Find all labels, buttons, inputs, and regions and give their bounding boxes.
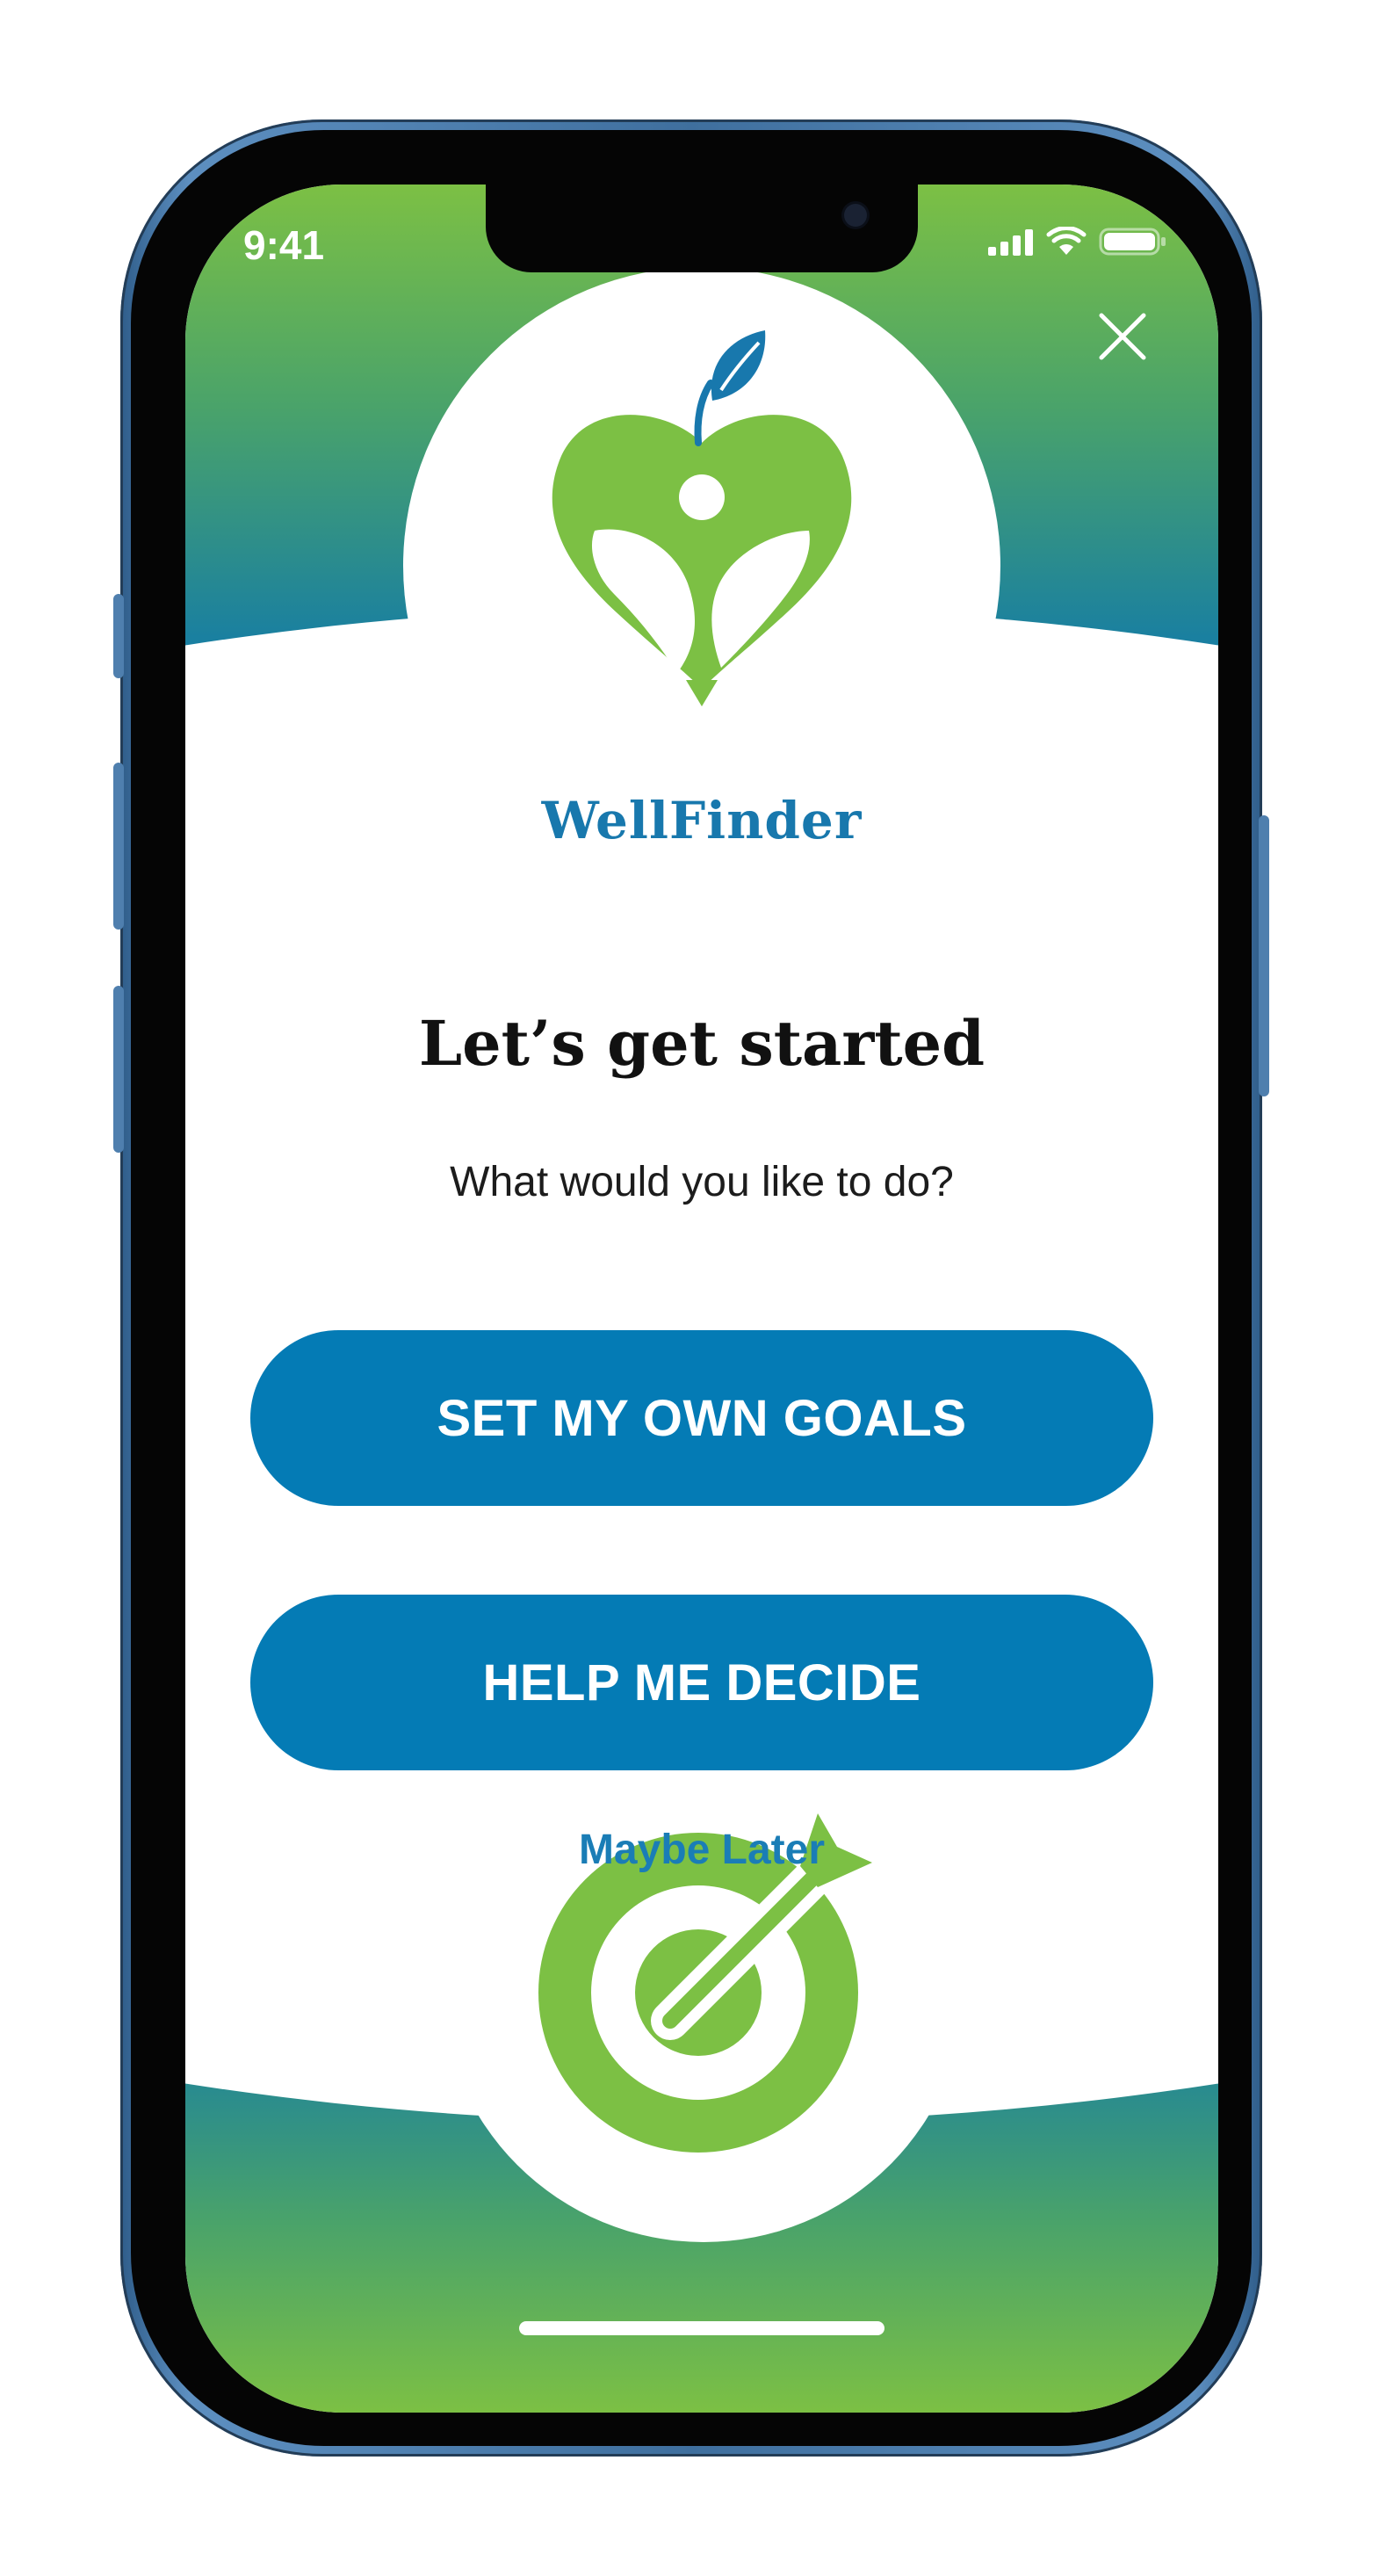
- wifi-icon: [1046, 227, 1087, 255]
- signal-icon: [988, 229, 1033, 256]
- phone-frame: 9:41 WellFinder Let’s get started What w…: [113, 119, 1269, 2457]
- status-time: 9:41: [243, 222, 325, 268]
- app-screen: 9:41 WellFinder Let’s get started What w…: [185, 185, 1218, 2413]
- power-button: [1259, 815, 1269, 1096]
- target-arrow-icon: [538, 1813, 872, 2153]
- maybe-later-link[interactable]: Maybe Later: [185, 1826, 1218, 1874]
- page-subtitle: What would you like to do?: [450, 1159, 954, 1205]
- set-my-own-goals-button[interactable]: SET MY OWN GOALS: [250, 1330, 1153, 1506]
- target-badge: [440, 1715, 967, 2242]
- close-icon: [1099, 313, 1146, 360]
- home-indicator[interactable]: [519, 2321, 884, 2335]
- logo-badge: [403, 267, 1000, 865]
- battery-icon: [1099, 228, 1166, 256]
- volume-up-button: [113, 763, 124, 930]
- page-title: Let’s get started: [418, 1007, 986, 1080]
- help-me-decide-button[interactable]: HELP ME DECIDE: [250, 1595, 1153, 1770]
- status-icons: [988, 227, 1167, 257]
- action-button: [113, 594, 124, 678]
- phone-bezel: 9:41 WellFinder Let’s get started What w…: [131, 130, 1252, 2446]
- volume-down-button: [113, 986, 124, 1153]
- notch: [486, 185, 918, 272]
- heart-apple-person-logo-icon: [552, 330, 852, 706]
- brand-name: WellFinder: [541, 791, 863, 850]
- front-camera: [844, 204, 867, 227]
- close-button[interactable]: [1092, 306, 1153, 367]
